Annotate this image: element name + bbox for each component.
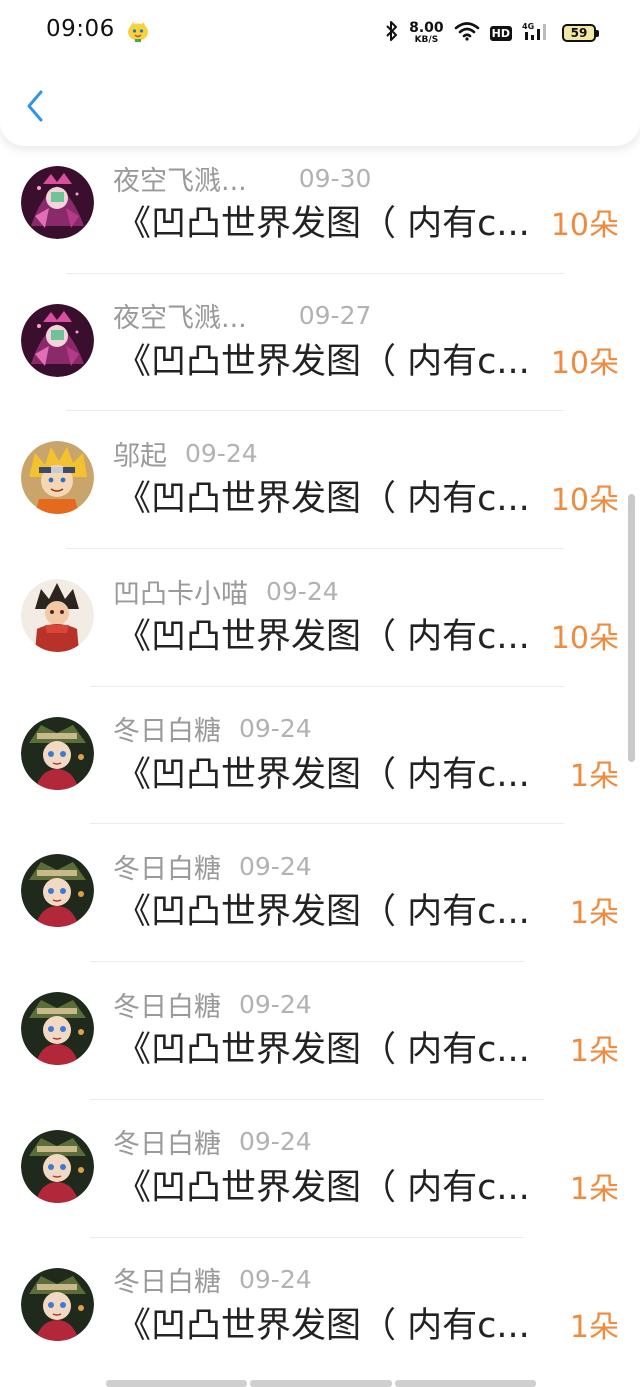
post-title[interactable]: 《凹凸世界发图（ 内有c...: [116, 888, 548, 936]
flower-count: 1朵: [569, 1034, 619, 1070]
list-item[interactable]: 夜空飞溅... 09-30 《凹凸世界发图（ 内有c... 10朵: [0, 136, 640, 274]
meta-line: 夜空飞溅... 09-27: [113, 296, 371, 336]
gesture-bar: [106, 1380, 536, 1387]
network-speed-unit: KB/S: [414, 35, 439, 45]
sender-name[interactable]: 冬日白糖: [113, 985, 221, 1024]
flower-count: 10朵: [550, 621, 619, 657]
sender-name[interactable]: 邬起: [113, 434, 167, 473]
bluetooth-icon: [385, 20, 399, 46]
meta-line: 冬日白糖 09-24: [113, 984, 312, 1024]
item-date: 09-24: [239, 714, 312, 744]
item-date: 09-24: [239, 989, 312, 1019]
sender-name[interactable]: 冬日白糖: [113, 847, 221, 886]
sender-name[interactable]: 夜空飞溅...: [113, 296, 247, 335]
list-item[interactable]: 夜空飞溅... 09-27 《凹凸世界发图（ 内有c... 10朵: [0, 274, 640, 412]
post-title[interactable]: 《凹凸世界发图（ 内有c...: [116, 200, 548, 248]
list-item[interactable]: 冬日白糖 09-24 《凹凸世界发图（ 内有c... 1朵: [0, 1100, 640, 1238]
status-icons: 8.00 KB/S HD 4G 59: [385, 18, 599, 48]
gesture-bar-segment: [394, 1380, 536, 1387]
battery-indicator: 59: [562, 24, 599, 42]
meta-line: 冬日白糖 09-24: [113, 846, 312, 886]
list-item[interactable]: 冬日白糖 09-24 《凹凸世界发图（ 内有c... 1朵: [0, 1238, 640, 1376]
sender-name[interactable]: 凹凸卡小喵: [113, 572, 248, 611]
nav-header: [0, 64, 640, 146]
list-item[interactable]: 邬起 09-24 《凹凸世界发图（ 内有c... 10朵: [0, 411, 640, 550]
item-date: 09-24: [266, 576, 339, 606]
battery-level: 59: [570, 26, 588, 40]
item-date: 09-30: [298, 163, 372, 193]
avatar[interactable]: [21, 579, 94, 653]
flower-count: 1朵: [569, 1171, 619, 1207]
cellular-signal-icon: 4G: [522, 20, 552, 46]
avatar[interactable]: [21, 716, 94, 790]
flower-count: 10朵: [550, 208, 619, 243]
wifi-icon: [454, 21, 480, 45]
item-date: 09-24: [239, 1265, 312, 1294]
notification-app-icon: [126, 21, 150, 43]
sender-name[interactable]: 冬日白糖: [113, 709, 221, 748]
avatar[interactable]: [21, 1129, 94, 1203]
post-title[interactable]: 《凹凸世界发图（ 内有c...: [116, 338, 548, 386]
meta-line: 凹凸卡小喵 09-24: [113, 571, 339, 611]
post-title[interactable]: 《凹凸世界发图（ 内有c...: [116, 751, 548, 799]
status-time: 09:06: [46, 16, 115, 42]
item-date: 09-24: [239, 851, 312, 881]
back-button[interactable]: [18, 88, 52, 124]
meta-line: 冬日白糖 09-24: [113, 1122, 312, 1162]
scrollbar[interactable]: [628, 494, 635, 762]
post-title[interactable]: 《凹凸世界发图（ 内有c...: [116, 1302, 548, 1350]
meta-line: 夜空飞溅... 09-30: [113, 158, 371, 198]
flower-count: 10朵: [550, 483, 619, 519]
post-title[interactable]: 《凹凸世界发图（ 内有c...: [116, 475, 548, 523]
chevron-left-icon: [27, 90, 43, 122]
post-title[interactable]: 《凹凸世界发图（ 内有c...: [116, 613, 548, 661]
list-item[interactable]: 冬日白糖 09-24 《凹凸世界发图（ 内有c... 1朵: [0, 962, 640, 1100]
avatar[interactable]: [21, 441, 94, 515]
hd-badge: HD: [489, 25, 512, 41]
flower-count: 10朵: [550, 345, 619, 381]
gift-record-list: 夜空飞溅... 09-30 《凹凸世界发图（ 内有c... 10朵 夜空飞溅..…: [0, 136, 640, 1375]
post-title[interactable]: 《凹凸世界发图（ 内有c...: [116, 1164, 548, 1212]
sender-name[interactable]: 冬日白糖: [113, 1122, 221, 1161]
flower-count: 1朵: [569, 896, 619, 932]
avatar[interactable]: [21, 166, 94, 239]
avatar[interactable]: [21, 992, 94, 1066]
status-bar: 09:06 8.00 KB/S HD 4G 59: [0, 0, 640, 64]
avatar[interactable]: [21, 303, 94, 377]
meta-line: 邬起 09-24: [113, 433, 258, 473]
item-date: 09-27: [298, 301, 372, 331]
list-item[interactable]: 冬日白糖 09-24 《凹凸世界发图（ 内有c... 1朵: [0, 687, 640, 825]
avatar[interactable]: [21, 1267, 94, 1341]
network-speed: 8.00 KB/S: [409, 21, 444, 45]
screen: 09:06 8.00 KB/S HD 4G 59 夜空飞溅... 09-30 《…: [0, 0, 640, 1387]
flower-count: 1朵: [569, 1309, 619, 1345]
flower-count: 1朵: [569, 758, 619, 794]
item-date: 09-24: [185, 438, 258, 468]
list-item[interactable]: 冬日白糖 09-24 《凹凸世界发图（ 内有c... 1朵: [0, 824, 640, 963]
list-item[interactable]: 凹凸卡小喵 09-24 《凹凸世界发图（ 内有c... 10朵: [0, 549, 640, 687]
gesture-bar-segment: [250, 1380, 392, 1387]
sender-name[interactable]: 夜空飞溅...: [113, 159, 247, 198]
item-date: 09-24: [239, 1127, 312, 1157]
post-title[interactable]: 《凹凸世界发图（ 内有c...: [116, 1026, 548, 1074]
gesture-bar-segment: [106, 1380, 248, 1387]
meta-line: 冬日白糖 09-24: [113, 709, 312, 749]
meta-line: 冬日白糖 09-24: [113, 1260, 312, 1300]
signal-label: 4G: [522, 22, 534, 31]
network-speed-value: 8.00: [409, 20, 444, 36]
sender-name[interactable]: 冬日白糖: [113, 1260, 221, 1299]
avatar[interactable]: [21, 854, 94, 928]
